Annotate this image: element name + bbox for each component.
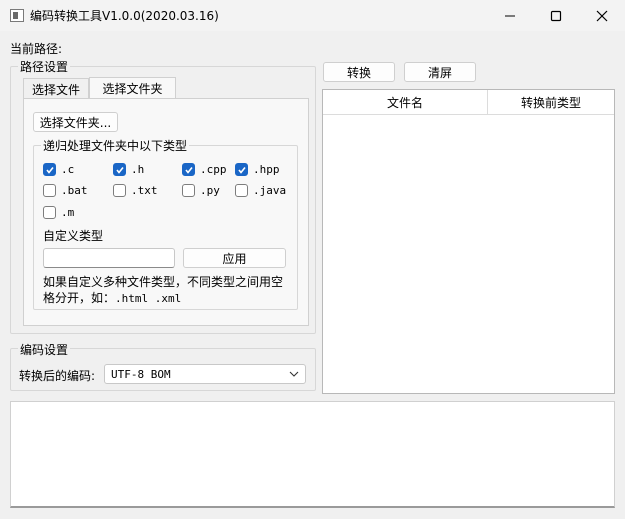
- filetype-h-option[interactable]: .h: [113, 163, 144, 176]
- filetype-txt-label: .txt: [131, 184, 158, 197]
- file-table[interactable]: 文件名 转换前类型: [322, 89, 615, 394]
- minimize-button[interactable]: [487, 0, 533, 31]
- filetype-c-checkbox[interactable]: [43, 163, 56, 176]
- hint-line-2-prefix: 格分开，如：: [43, 291, 116, 305]
- encoding-settings-title: 编码设置: [18, 341, 71, 358]
- filetype-c-option[interactable]: .c: [43, 163, 74, 176]
- hint-line-2: 格分开，如：.html .xml: [43, 289, 181, 306]
- filetype-py-label: .py: [200, 184, 220, 197]
- checkmark-icon: [184, 166, 193, 174]
- apply-button[interactable]: 应用: [183, 248, 286, 268]
- maximize-icon: [550, 10, 562, 21]
- close-icon: [596, 10, 608, 21]
- filetype-h-checkbox[interactable]: [113, 163, 126, 176]
- filetype-bat-checkbox[interactable]: [43, 184, 56, 197]
- encoding-select-value: UTF-8 BOM: [111, 367, 171, 381]
- maximize-button[interactable]: [533, 0, 579, 31]
- column-header-original-type-label: 转换前类型: [520, 95, 581, 110]
- filetype-cpp-label: .cpp: [200, 163, 227, 176]
- filetype-h-label: .h: [131, 163, 145, 176]
- filetype-py-option[interactable]: .py: [182, 184, 220, 197]
- filetype-txt-option[interactable]: .txt: [113, 184, 158, 197]
- column-header-filename-label: 文件名: [386, 95, 423, 110]
- app-icon: [10, 9, 24, 22]
- filetype-m-label: .m: [61, 206, 75, 219]
- encoding-select[interactable]: UTF-8 BOM: [104, 364, 306, 384]
- filetype-m-checkbox[interactable]: [43, 206, 56, 219]
- select-folder-button-label: 选择文件夹...: [39, 115, 112, 130]
- checkmark-icon: [237, 166, 246, 174]
- filetype-hpp-option[interactable]: .hpp: [235, 163, 280, 176]
- filetype-c-label: .c: [61, 163, 75, 176]
- filetype-java-checkbox[interactable]: [235, 184, 248, 197]
- convert-button-label: 转换: [346, 65, 371, 80]
- filetype-cpp-option[interactable]: .cpp: [182, 163, 227, 176]
- clear-screen-button-label: 清屏: [427, 65, 452, 80]
- convert-button[interactable]: 转换: [323, 62, 395, 82]
- log-output-area[interactable]: [10, 401, 615, 508]
- select-folder-button[interactable]: 选择文件夹...: [33, 112, 118, 132]
- recursive-types-title: 递归处理文件夹中以下类型: [41, 137, 190, 154]
- hint-line-1: 如果自定义多种文件类型，不同类型之间用空: [43, 275, 284, 289]
- current-path-label: 当前路径:: [10, 42, 63, 56]
- window-title: 编码转换工具V1.0.0(2020.03.16): [30, 9, 219, 23]
- filetype-bat-label: .bat: [61, 184, 88, 197]
- tab-select-folder-label: 选择文件夹: [102, 82, 163, 96]
- filetype-bat-option[interactable]: .bat: [43, 184, 88, 197]
- encoding-label: 转换后的编码:: [19, 369, 96, 383]
- checkmark-icon: [115, 166, 124, 174]
- filetype-java-option[interactable]: .java: [235, 184, 286, 197]
- filetype-hpp-checkbox[interactable]: [235, 163, 248, 176]
- minimize-icon: [505, 15, 515, 16]
- filetype-cpp-checkbox[interactable]: [182, 163, 195, 176]
- filetype-java-label: .java: [253, 184, 287, 197]
- checkmark-icon: [45, 166, 54, 174]
- chevron-down-icon: [289, 371, 299, 377]
- column-header-original-type[interactable]: 转换前类型: [488, 90, 614, 115]
- close-button[interactable]: [579, 0, 625, 31]
- filetype-py-checkbox[interactable]: [182, 184, 195, 197]
- tab-select-file[interactable]: 选择文件: [23, 78, 89, 99]
- filetype-hpp-label: .hpp: [253, 163, 280, 176]
- hint-example: .html .xml: [115, 292, 182, 305]
- filetype-m-option[interactable]: .m: [43, 206, 74, 219]
- custom-type-input[interactable]: [43, 248, 175, 268]
- column-header-filename[interactable]: 文件名: [323, 90, 488, 115]
- apply-button-label: 应用: [222, 251, 247, 266]
- clear-screen-button[interactable]: 清屏: [404, 62, 476, 82]
- tab-select-folder[interactable]: 选择文件夹: [89, 77, 176, 99]
- path-settings-title: 路径设置: [18, 58, 71, 75]
- custom-type-label: 自定义类型: [43, 229, 104, 243]
- filetype-txt-checkbox[interactable]: [113, 184, 126, 197]
- tab-select-file-label: 选择文件: [31, 82, 80, 97]
